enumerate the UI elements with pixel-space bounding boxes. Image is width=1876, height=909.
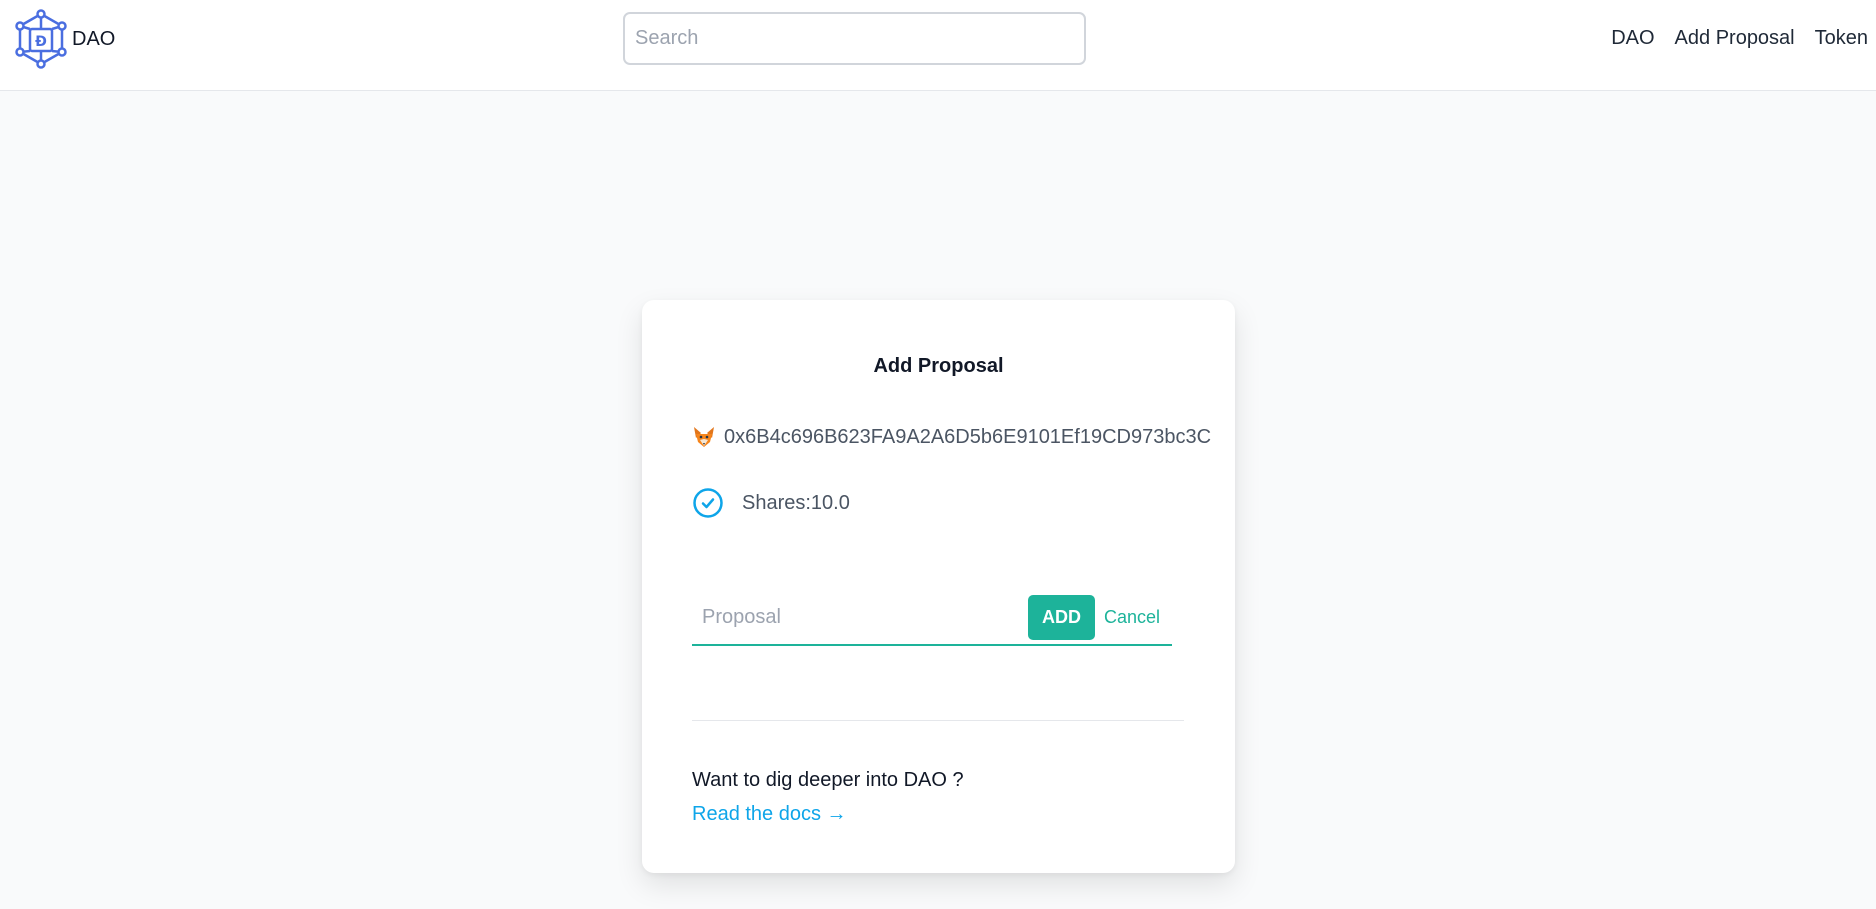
top-navbar: Ð DAO DAO Add Proposal Token (0, 0, 1876, 91)
add-proposal-card: Add Proposal 0x6B4c696B623FA9A2A6D5b6E91… (642, 300, 1235, 873)
shares-info: Shares:10.0 (692, 487, 850, 519)
metamask-fox-icon (694, 427, 714, 447)
nav-link-dao[interactable]: DAO (1611, 27, 1654, 50)
search-input[interactable] (623, 12, 1086, 65)
proposal-input[interactable] (692, 595, 1028, 639)
main-nav: DAO Add Proposal Token (1611, 27, 1868, 50)
nav-link-add-proposal[interactable]: Add Proposal (1675, 27, 1795, 50)
svg-text:Ð: Ð (35, 34, 47, 50)
shares-value: Shares:10.0 (742, 491, 850, 514)
proposal-form: ADD Cancel (692, 590, 1172, 646)
wallet-address: 0x6B4c696B623FA9A2A6D5b6E9101Ef19CD973bc… (724, 425, 1212, 448)
nav-link-token[interactable]: Token (1815, 27, 1868, 50)
docs-question: Want to dig deeper into DAO ? (692, 769, 964, 791)
cancel-button[interactable]: Cancel (1104, 607, 1160, 628)
add-button[interactable]: ADD (1027, 594, 1095, 640)
divider (692, 720, 1184, 721)
dao-logo-icon: Ð (15, 9, 67, 69)
check-circle-icon (693, 488, 723, 518)
read-docs-link[interactable]: Read the docs → (692, 803, 847, 826)
brand[interactable]: Ð DAO (12, 8, 115, 70)
card-title: Add Proposal (873, 355, 1004, 377)
brand-name: DAO (72, 27, 116, 50)
wallet-info: 0x6B4c696B623FA9A2A6D5b6E9101Ef19CD973bc… (692, 425, 1211, 449)
